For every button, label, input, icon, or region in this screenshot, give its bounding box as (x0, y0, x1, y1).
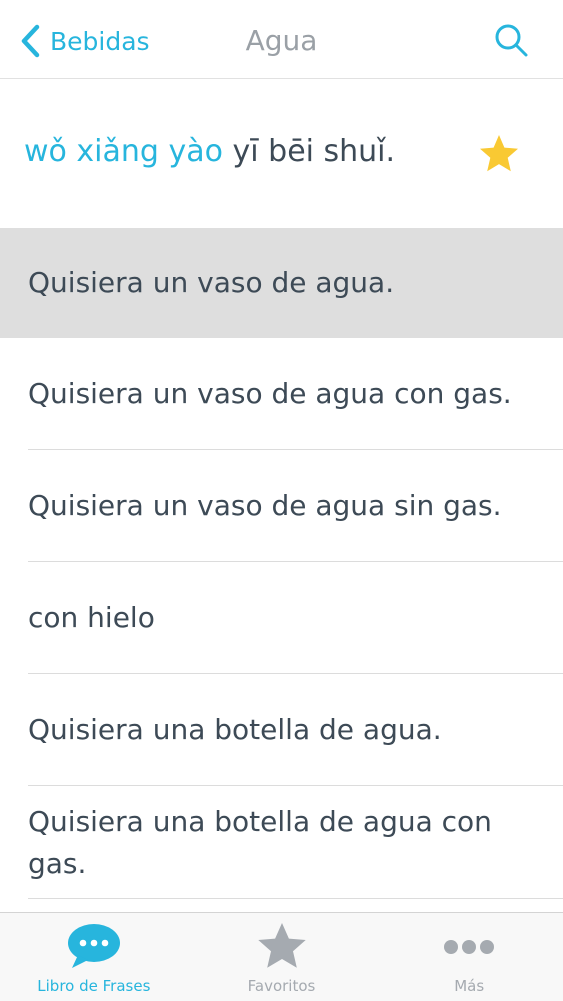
tab-mas[interactable]: Más (375, 913, 563, 1001)
phrase-row[interactable]: Quisiera una botella de agua con gas. (0, 786, 563, 899)
phrase-text: Quisiera un vaso de agua. (28, 266, 395, 299)
tab-favoritos[interactable]: Favoritos (188, 913, 376, 1001)
phrase-row[interactable]: Quisiera un vaso de agua sin gas. (0, 450, 563, 562)
star-icon (257, 923, 306, 968)
tab-libro-de-frases[interactable]: Libro de Frases (0, 913, 188, 1001)
navigation-bar: Bebidas Agua (0, 0, 563, 79)
phrase-row[interactable]: Quisiera un vaso de agua. (0, 228, 563, 338)
phrase-text: con hielo (28, 601, 155, 634)
chat-bubble-icon (67, 924, 120, 968)
tab-bar: Libro de Frases Favoritos Más (0, 912, 563, 1001)
phrase-text: Quisiera una botella de agua con gas. (28, 804, 492, 880)
tab-label: Favoritos (247, 977, 316, 995)
search-button[interactable] (493, 22, 529, 58)
pinyin-text[interactable]: wǒ xiǎng yào yī bēi shuǐ. (24, 134, 395, 169)
phrase-text: Quisiera un vaso de agua con gas. (28, 377, 512, 410)
pinyin-highlight: wǒ xiǎng yào (24, 134, 223, 169)
page-title: Agua (245, 24, 318, 57)
more-dots-icon (444, 940, 495, 954)
star-icon (480, 135, 518, 172)
phrase-list: Quisiera un vaso de agua. Quisiera un vas… (0, 228, 563, 899)
phrase-row[interactable]: con hielo (0, 562, 563, 674)
phrase-text: Quisiera una botella de agua. (28, 713, 442, 746)
pinyin-rest: yī bēi shuǐ. (232, 134, 396, 169)
phrase-header: wǒ xiǎng yào yī bēi shuǐ. (0, 79, 563, 228)
favorite-button[interactable] (478, 133, 520, 175)
phrase-text: Quisiera un vaso de agua sin gas. (28, 489, 502, 522)
tab-label: Libro de Frases (37, 977, 151, 995)
phrase-row[interactable]: Quisiera un vaso de agua con gas. (0, 338, 563, 450)
phrase-row[interactable]: Quisiera una botella de agua. (0, 674, 563, 786)
search-icon (495, 24, 528, 57)
tab-label: Más (454, 977, 485, 995)
